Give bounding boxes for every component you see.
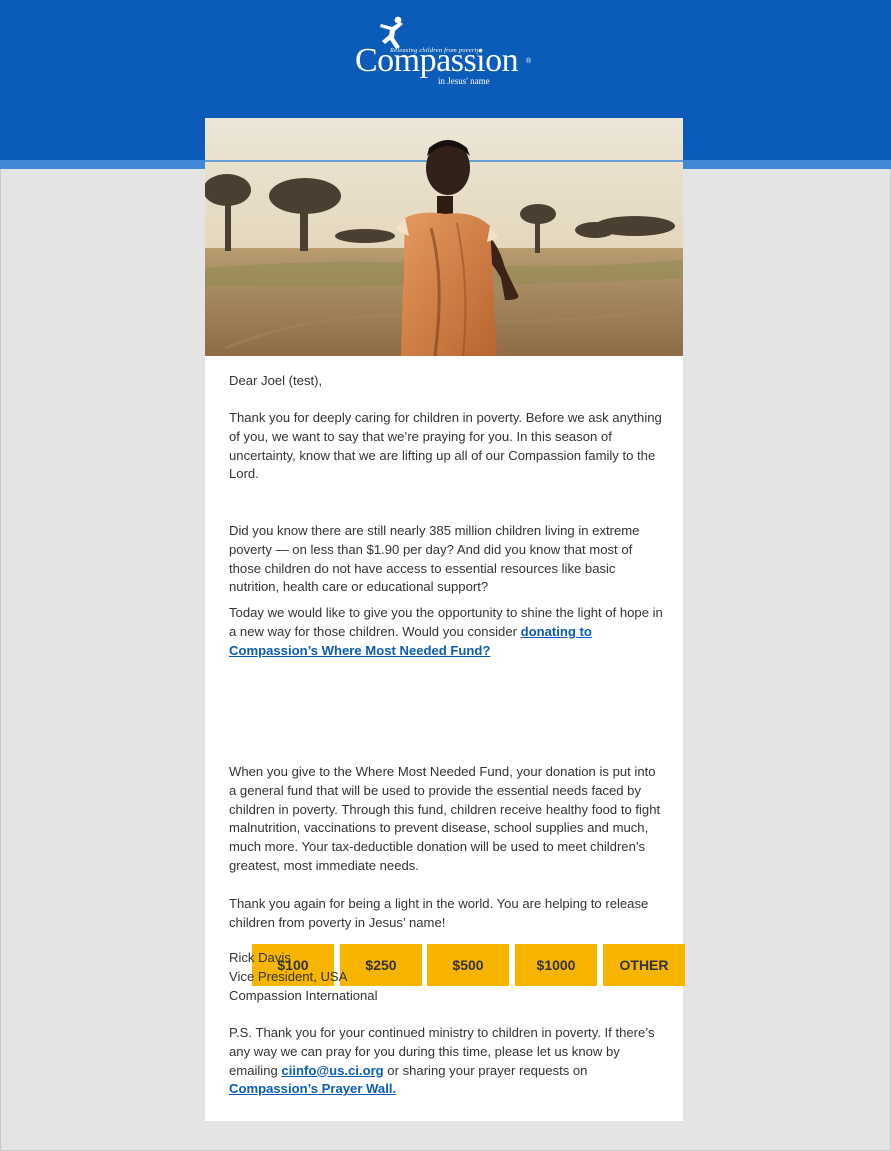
greeting: Dear Joel (test),: [229, 373, 323, 388]
email-card: Dear Joel (test), Thank you for deeply c…: [205, 118, 685, 1121]
paragraph-intro: Thank you for deeply caring for children…: [229, 410, 662, 482]
compassion-logo[interactable]: Releasing children from poverty Compassi…: [350, 14, 540, 94]
paragraph-thanks: Thank you again for being a light in the…: [229, 896, 649, 930]
logo-registered-mark: ®: [526, 58, 532, 65]
signature-org: Compassion International: [229, 987, 378, 1003]
paragraph-statistics: Did you know there are still nearly 385 …: [229, 523, 640, 595]
paragraph-appeal: Today we would like to give you the oppo…: [229, 604, 665, 660]
signature-name: Rick Davis: [229, 950, 291, 965]
logo-subline: in Jesus' name: [438, 76, 490, 86]
hero-image: [205, 118, 683, 356]
paragraph-fund-description: When you give to the Where Most Needed F…: [229, 764, 661, 873]
girl-in-orange-dress-photo: [205, 118, 683, 356]
postscript-text-2: or sharing your prayer requests on: [383, 1062, 588, 1078]
signature: Rick Davis Vice President, USA Compassion …: [229, 949, 665, 1005]
prayer-wall-link[interactable]: Compassion’s Prayer Wall.: [229, 1081, 396, 1096]
logo-wordmark: Compassion: [355, 42, 519, 79]
postscript: P.S. Thank you for your continued minist…: [229, 1024, 665, 1099]
appeal-text: Today we would like to give you the oppo…: [229, 605, 663, 639]
email-address-link[interactable]: ciinfo@us.ci.org: [281, 1063, 383, 1078]
signature-title: Vice President, USA: [229, 968, 348, 984]
